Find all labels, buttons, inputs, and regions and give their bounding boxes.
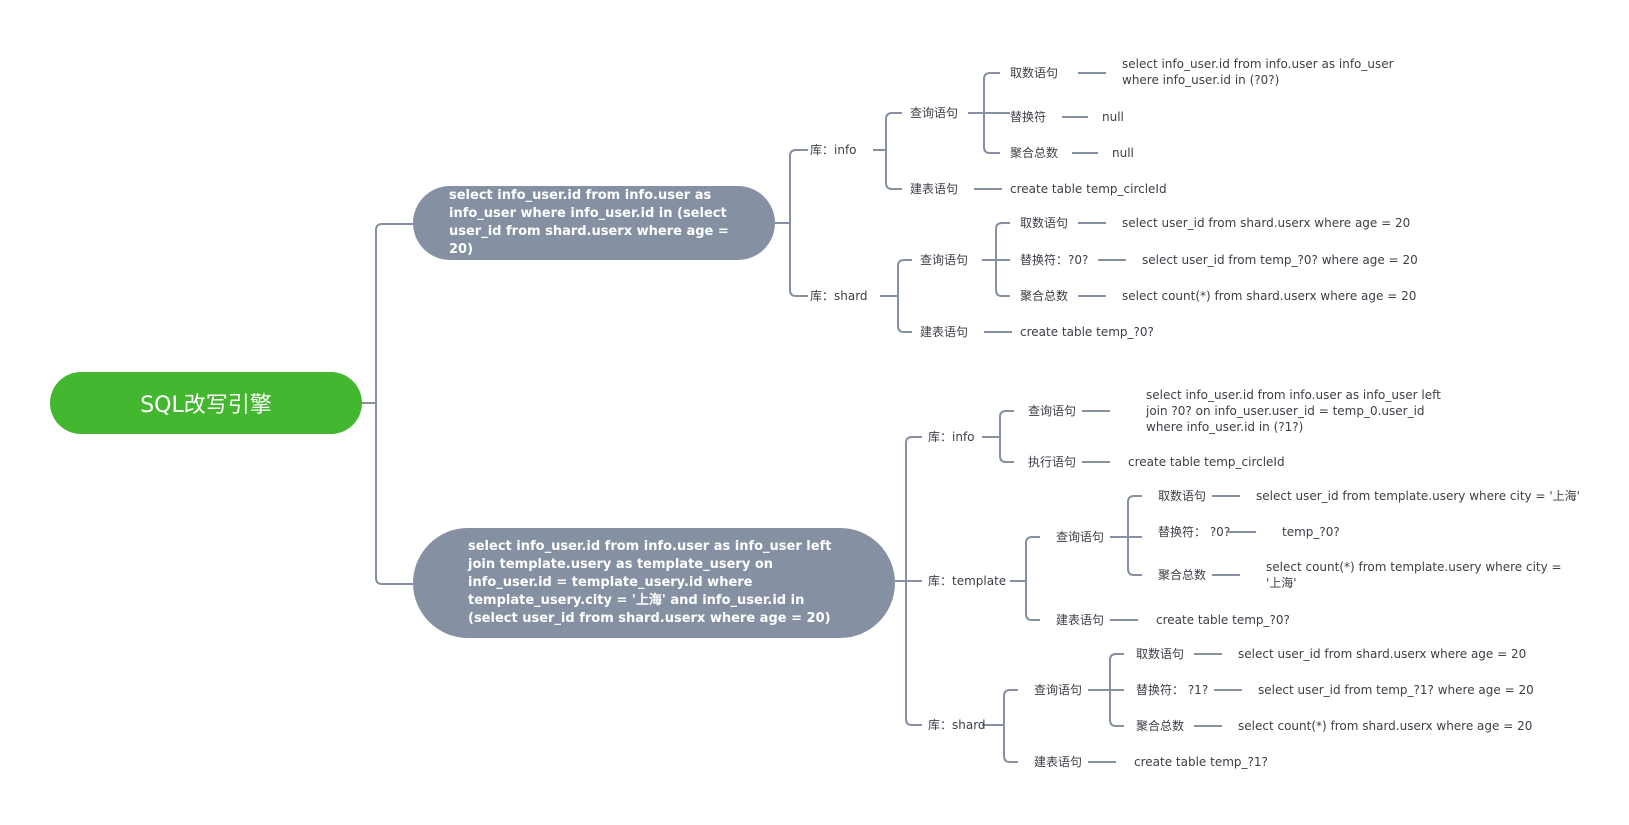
fetch-node[interactable]: 取数语句 [1010,65,1058,81]
replace-node[interactable]: 替换符：?0? [1020,252,1088,268]
query-node[interactable]: 查询语句 [1034,682,1082,698]
root-label: SQL改写引擎 [140,393,272,418]
branch-node-1[interactable]: select info_user.id from info.user as in… [413,186,775,260]
replace-value: select user_id from temp_?1? where age =… [1258,683,1534,697]
create-node[interactable]: 建表语句 [1034,754,1082,770]
aggregate-node[interactable]: 聚合总数 [1020,288,1068,304]
create-value: create table temp_?0? [1020,325,1154,339]
aggregate-node[interactable]: 聚合总数 [1010,145,1058,161]
query-node[interactable]: 查询语句 [1056,529,1104,545]
fetch-value: select user_id from shard.userx where ag… [1238,647,1527,661]
connector-branch1-dbs [775,149,808,297]
db-node-shard[interactable]: 库：shard [810,288,868,304]
connector-branch2-dbs [895,436,922,726]
aggregate-value: select count(*) from shard.userx where a… [1238,719,1533,733]
aggregate-value: select count(*) from template.usery wher… [1266,560,1562,590]
create-value: create table temp_?0? [1156,613,1290,627]
create-node[interactable]: 建表语句 [1056,612,1104,628]
fetch-value: select user_id from template.usery where… [1256,489,1580,503]
replace-value: temp_?0? [1282,525,1340,539]
branch-node-2[interactable]: select info_user.id from info.user as in… [413,528,895,638]
replace-value: null [1102,110,1124,124]
exec-value: create table temp_circleId [1128,455,1285,469]
replace-node[interactable]: 替换符： ?0? [1158,524,1230,540]
fetch-node[interactable]: 取数语句 [1020,215,1068,231]
query-node[interactable]: 查询语句 [920,252,968,268]
replace-value: select user_id from temp_?0? where age =… [1142,253,1418,267]
create-value: create table temp_circleId [1010,182,1167,196]
db-node-info[interactable]: 库：info [810,142,857,158]
fetch-node[interactable]: 取数语句 [1158,488,1206,504]
db-node-info[interactable]: 库：info [928,429,975,445]
fetch-value: select info_user.id from info.user as in… [1122,57,1394,87]
branch-label: select info_user.id from info.user as in… [468,539,832,626]
aggregate-node[interactable]: 聚合总数 [1158,567,1206,583]
aggregate-value: select count(*) from shard.userx where a… [1122,289,1417,303]
query-node[interactable]: 查询语句 [910,105,958,121]
replace-node[interactable]: 替换符： ?1? [1136,682,1208,698]
db-node-template[interactable]: 库：template [928,573,1006,589]
aggregate-node[interactable]: 聚合总数 [1136,718,1184,734]
query-node[interactable]: 查询语句 [1028,403,1076,419]
branch-label: select info_user.id from info.user as in… [449,188,729,257]
root-node[interactable]: SQL改写引擎 [50,372,362,434]
create-node[interactable]: 建表语句 [920,324,968,340]
replace-node[interactable]: 替换符 [1010,109,1046,125]
fetch-value: select user_id from shard.userx where ag… [1122,216,1411,230]
connector-root-branches [362,223,413,585]
exec-node[interactable]: 执行语句 [1028,454,1076,470]
aggregate-value: null [1112,146,1134,160]
create-value: create table temp_?1? [1134,755,1268,769]
fetch-node[interactable]: 取数语句 [1136,646,1184,662]
create-node[interactable]: 建表语句 [910,181,958,197]
query-value: select info_user.id from info.user as in… [1146,388,1441,434]
db-node-shard[interactable]: 库：shard [928,717,986,733]
